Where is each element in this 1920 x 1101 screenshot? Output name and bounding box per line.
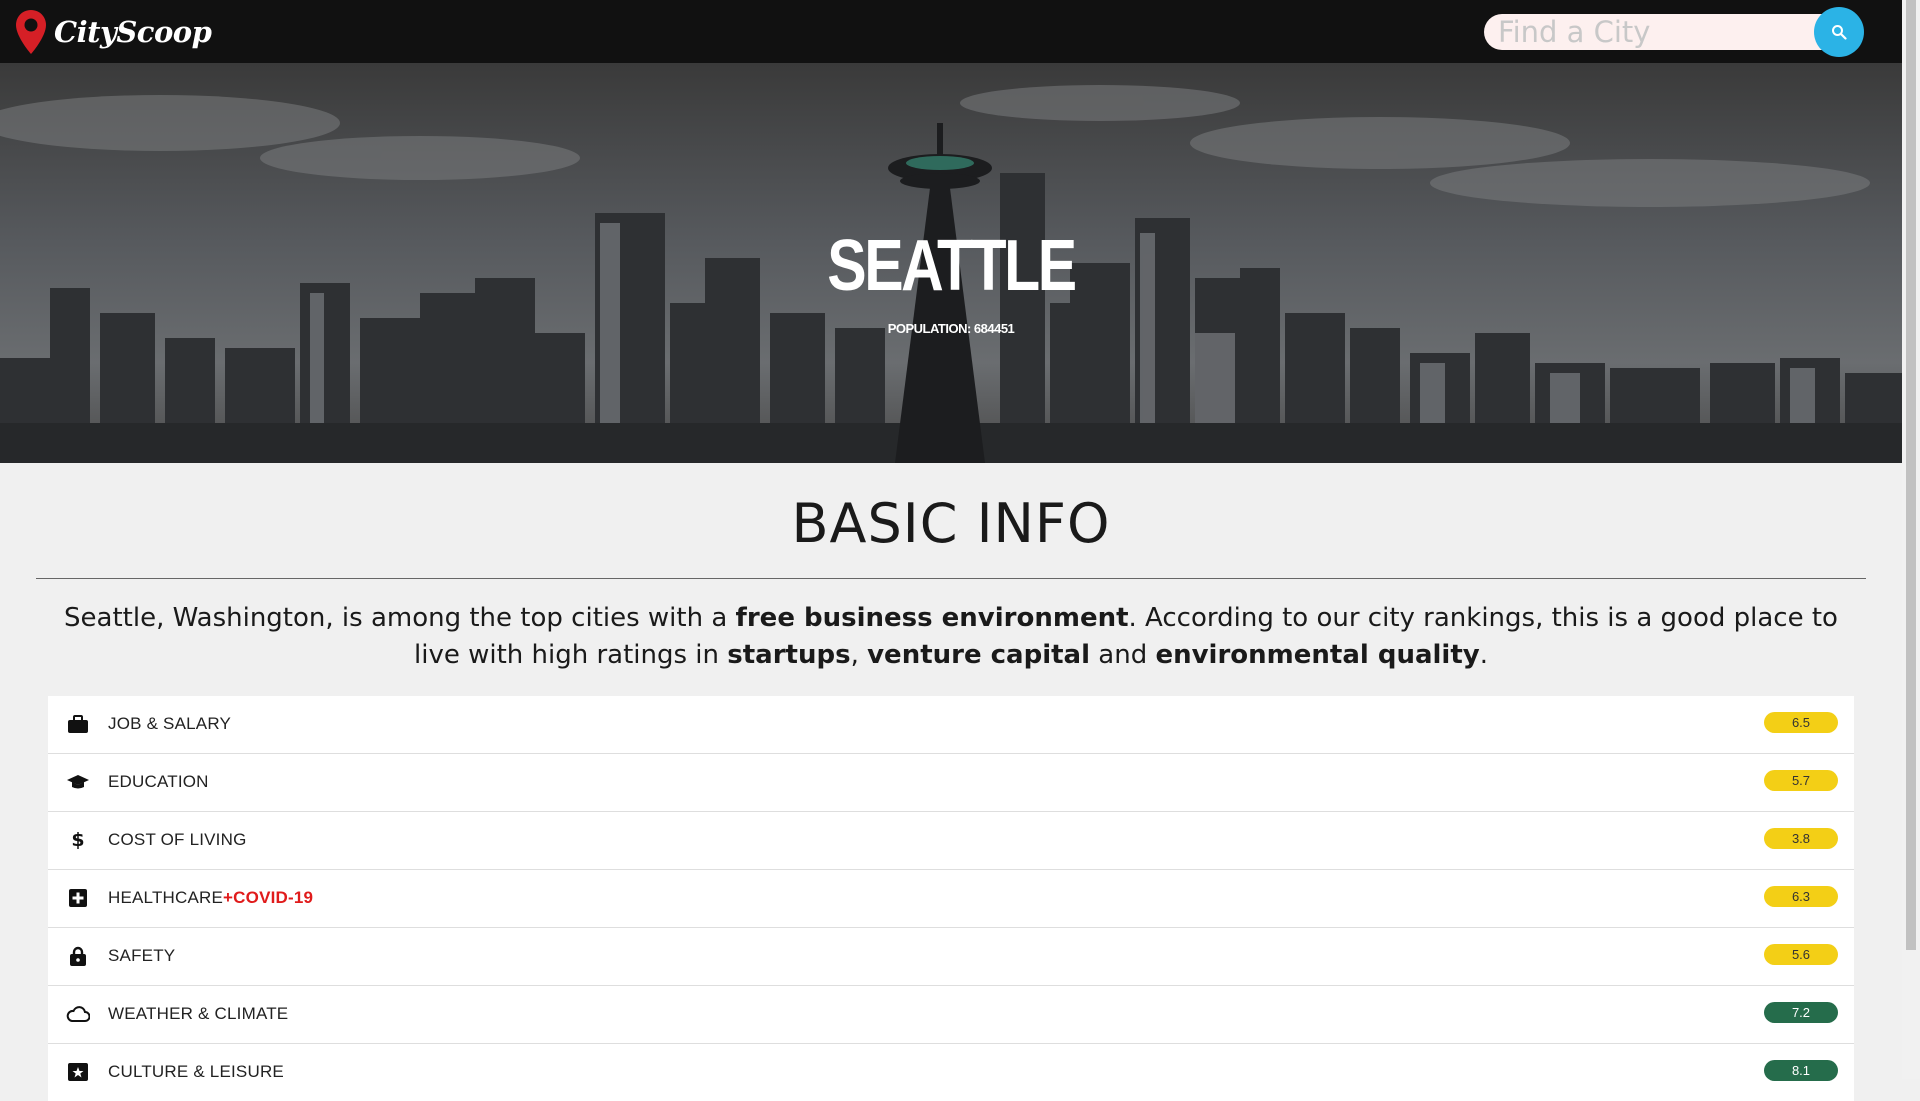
score-badge: 5.6 xyxy=(1764,944,1838,965)
city-summary: Seattle, Washington, is among the top ci… xyxy=(50,600,1852,674)
section-divider xyxy=(36,578,1866,579)
category-row-culture[interactable]: CULTURE & LEISURE 8.1 xyxy=(48,1043,1854,1101)
city-population: POPULATION: 684451 xyxy=(887,321,1015,336)
category-row-cost-of-living[interactable]: $ COST OF LIVING 3.8 xyxy=(48,811,1854,869)
score-badge: 5.7 xyxy=(1764,770,1838,791)
brand-name: CityScoop xyxy=(54,15,212,49)
score-badge: 6.5 xyxy=(1764,712,1838,733)
scrollbar-thumb[interactable] xyxy=(1906,0,1916,950)
category-label: EDUCATION xyxy=(108,772,209,791)
summary-text: , xyxy=(850,640,868,670)
summary-text: and xyxy=(1090,640,1156,670)
summary-highlight: venture capital xyxy=(867,640,1091,670)
city-title: SEATTLE xyxy=(827,226,1077,306)
category-label: COST OF LIVING xyxy=(108,830,247,849)
hero-banner: SEATTLE POPULATION: 684451 xyxy=(0,63,1902,463)
score-badge: 8.1 xyxy=(1764,1060,1838,1081)
category-row-safety[interactable]: SAFETY 5.6 xyxy=(48,927,1854,985)
summary-highlight: free business environment xyxy=(735,603,1129,633)
search-icon xyxy=(1832,25,1847,40)
lock-icon xyxy=(66,944,90,968)
medical-plus-icon xyxy=(66,886,90,910)
ticket-icon xyxy=(66,1060,90,1084)
category-row-job-salary[interactable]: JOB & SALARY 6.5 xyxy=(48,696,1854,753)
category-list: JOB & SALARY 6.5 EDUCATION 5.7 $ COST OF… xyxy=(48,696,1854,1101)
briefcase-icon xyxy=(66,712,90,736)
search-input[interactable] xyxy=(1484,14,1834,50)
search-button[interactable] xyxy=(1814,7,1864,57)
summary-text: Seattle, Washington, is among the top ci… xyxy=(64,603,736,633)
category-label: SAFETY xyxy=(108,946,176,965)
score-badge: 3.8 xyxy=(1764,828,1838,849)
score-badge: 6.3 xyxy=(1764,886,1838,907)
summary-text: . xyxy=(1479,640,1488,670)
dollar-icon: $ xyxy=(71,829,85,851)
summary-highlight: startups xyxy=(727,640,851,670)
page-scrollbar[interactable] xyxy=(1902,0,1920,1079)
covid-link[interactable]: +COVID-19 xyxy=(223,888,313,907)
category-label: HEALTHCARE+COVID-19 xyxy=(108,888,313,908)
category-row-healthcare[interactable]: HEALTHCARE+COVID-19 6.3 xyxy=(48,869,1854,927)
map-pin-icon xyxy=(16,10,46,54)
summary-highlight: environmental quality xyxy=(1155,640,1480,670)
graduation-cap-icon xyxy=(66,770,90,794)
cloud-icon xyxy=(66,1002,90,1026)
category-label-text: HEALTHCARE xyxy=(108,888,224,907)
category-label: JOB & SALARY xyxy=(108,714,232,733)
category-label: CULTURE & LEISURE xyxy=(108,1062,284,1081)
brand-logo[interactable]: CityScoop xyxy=(14,8,212,56)
category-label: WEATHER & CLIMATE xyxy=(108,1004,289,1023)
top-nav-bar: CityScoop xyxy=(0,0,1902,63)
section-title: BASIC INFO xyxy=(791,492,1111,555)
search-bar xyxy=(1484,7,1864,57)
score-badge: 7.2 xyxy=(1764,1002,1838,1023)
category-row-weather[interactable]: WEATHER & CLIMATE 7.2 xyxy=(48,985,1854,1043)
category-row-education[interactable]: EDUCATION 5.7 xyxy=(48,753,1854,811)
